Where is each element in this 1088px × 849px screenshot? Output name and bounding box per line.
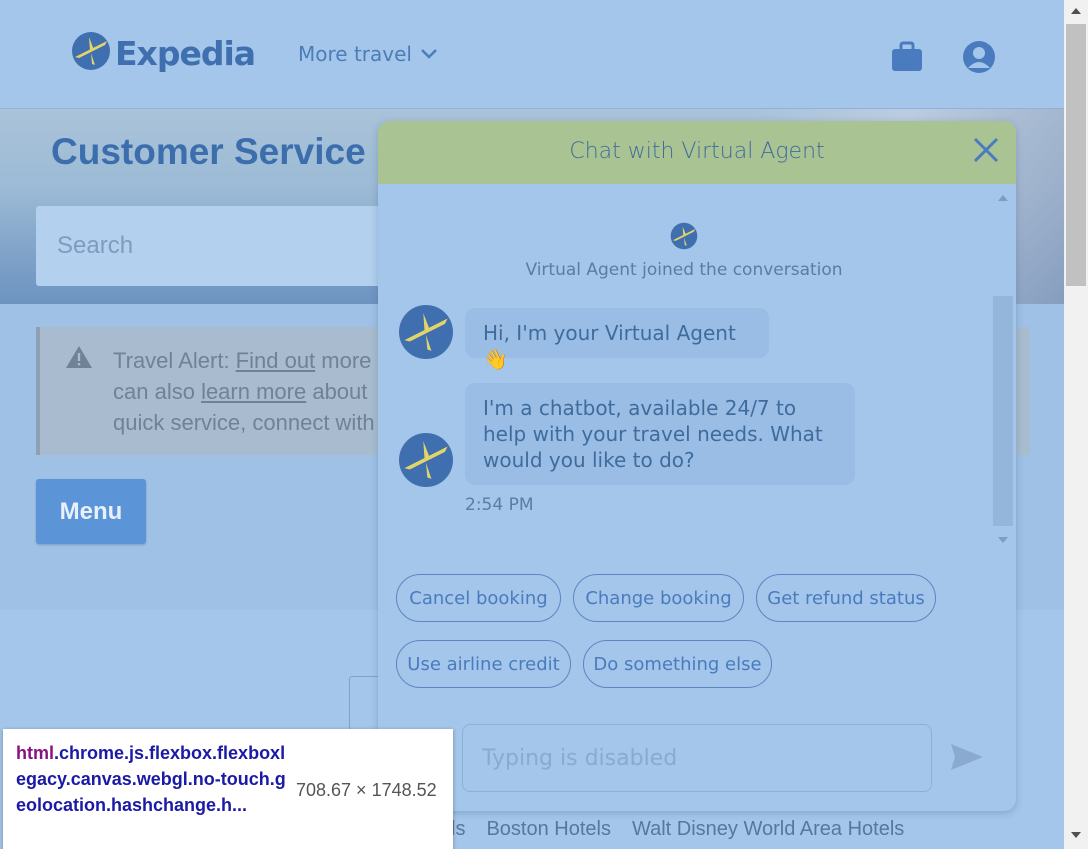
learn-more-link[interactable]: learn more — [201, 379, 306, 404]
expedia-logo[interactable]: Expedia — [71, 28, 256, 73]
inspector-tag: html — [16, 743, 54, 763]
chat-scrollbar-thumb[interactable] — [993, 296, 1013, 526]
account-icon[interactable] — [962, 40, 996, 74]
agent-joined-text: Virtual Agent joined the conversation — [525, 260, 843, 280]
chat-scroll-down-icon[interactable] — [998, 537, 1008, 543]
virtual-agent-small-icon — [670, 222, 698, 250]
agent-avatar — [399, 305, 453, 359]
change-booking-button[interactable]: Change booking — [573, 574, 744, 622]
chat-scroll-up-icon[interactable] — [998, 195, 1008, 201]
chat-input-placeholder: Typing is disabled — [482, 746, 678, 771]
chat-message: I'm a chatbot, available 24/7 to help wi… — [465, 383, 855, 485]
scroll-up-arrow-icon[interactable] — [1071, 8, 1081, 14]
footer-link[interactable]: Boston Hotels — [486, 818, 611, 841]
use-airline-credit-button[interactable]: Use airline credit — [396, 640, 571, 688]
cancel-booking-button[interactable]: Cancel booking — [396, 574, 561, 622]
more-travel-menu[interactable]: More travel — [298, 42, 438, 66]
message-timestamp: 2:54 PM — [465, 495, 534, 515]
inspector-dimensions: 708.67 × 1748.52 — [296, 780, 437, 800]
expedia-globe-icon — [72, 31, 110, 70]
inspector-selector: html.chrome.js.flexbox.flexboxlegacy.can… — [16, 740, 286, 818]
chat-title: Chat with Virtual Agent — [569, 139, 825, 164]
agent-avatar — [399, 433, 453, 487]
warning-icon — [66, 346, 92, 368]
get-refund-status-button[interactable]: Get refund status — [756, 574, 936, 622]
inspector-classes: .chrome.js.flexbox.flexboxlegacy.canvas.… — [16, 743, 286, 815]
chat-header: Chat with Virtual Agent — [378, 121, 1016, 184]
briefcase-icon[interactable] — [890, 40, 924, 74]
menu-button[interactable]: Menu — [36, 479, 146, 544]
more-travel-label: More travel — [298, 42, 412, 66]
chevron-down-icon — [421, 49, 437, 59]
inspector-tooltip: html.chrome.js.flexbox.flexboxlegacy.can… — [3, 729, 453, 849]
page-scrollbar[interactable] — [1064, 0, 1088, 849]
find-out-link[interactable]: Find out — [236, 348, 316, 373]
alert-line2-start: can also — [113, 379, 202, 404]
alert-line1-rest: more — [315, 348, 372, 373]
page-title: Customer Service — [51, 131, 366, 172]
chat-message: Hi, I'm your Virtual Agent 👋 — [465, 308, 769, 371]
search-placeholder: Search — [57, 232, 134, 259]
footer-links: ls Boston Hotels Walt Disney World Area … — [451, 818, 904, 841]
scrollbar-thumb[interactable] — [1066, 24, 1086, 286]
footer-link[interactable]: ls — [451, 818, 465, 841]
send-icon[interactable] — [950, 743, 984, 771]
alert-line2-rest: about — [306, 379, 368, 404]
chat-message-input[interactable]: Typing is disabled — [462, 724, 932, 792]
close-icon[interactable] — [972, 136, 1000, 164]
site-header: Expedia More travel — [0, 0, 1064, 109]
chat-scrollbar[interactable] — [993, 189, 1013, 551]
alert-prefix: Travel Alert: — [113, 348, 236, 373]
logo-text: Expedia — [115, 34, 256, 73]
scroll-down-arrow-icon[interactable] — [1071, 832, 1081, 838]
do-something-else-button[interactable]: Do something else — [583, 640, 772, 688]
footer-link[interactable]: Walt Disney World Area Hotels — [632, 818, 904, 841]
chat-widget: Chat with Virtual Agent Virtual Agent jo… — [378, 121, 1016, 811]
